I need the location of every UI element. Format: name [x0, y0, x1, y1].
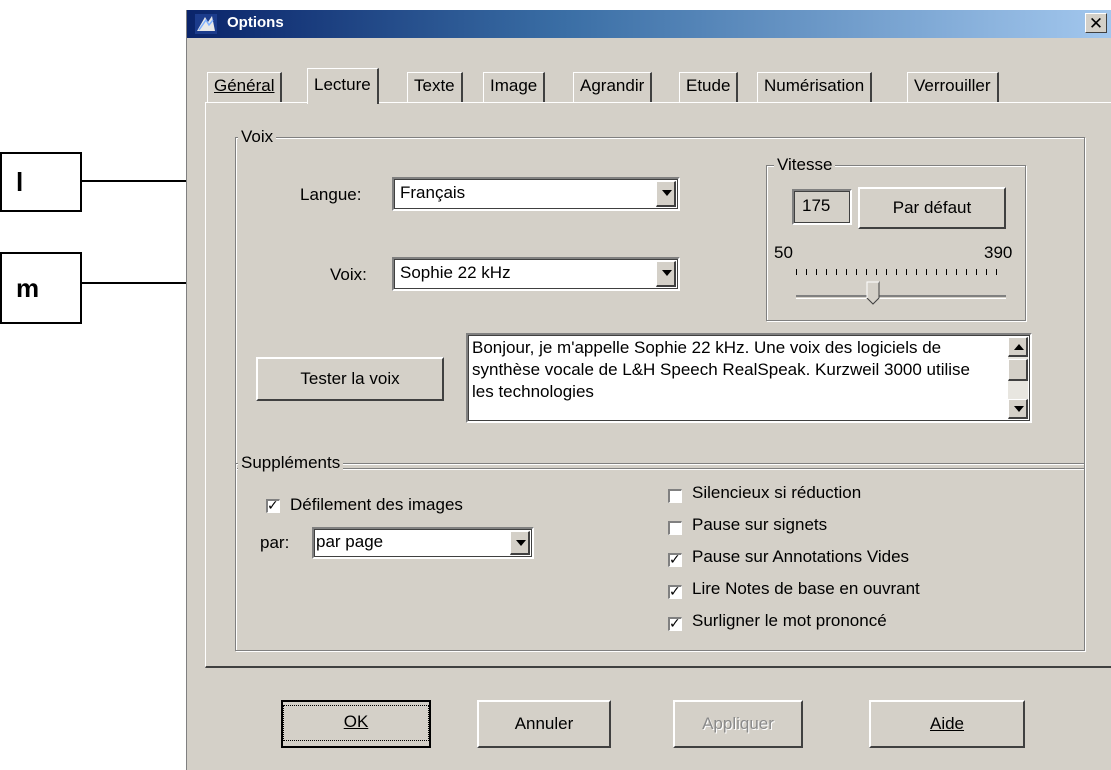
- vitesse-slider-track[interactable]: [796, 295, 1006, 299]
- chevron-down-icon: [1014, 406, 1024, 412]
- vitesse-max-label: 390: [984, 243, 1013, 262]
- tester-la-voix-label: Tester la voix: [300, 369, 400, 388]
- pause-annotations-label: Pause sur Annotations Vides: [692, 547, 910, 566]
- par-defaut-button[interactable]: Par défaut: [858, 187, 1006, 229]
- vitesse-value-field[interactable]: 175: [792, 189, 852, 225]
- ok-label: OK: [343, 712, 369, 731]
- cancel-label: Annuler: [514, 714, 574, 733]
- par-defaut-label: Par défaut: [892, 198, 972, 217]
- surligner-checkbox[interactable]: ✓: [668, 615, 682, 631]
- callout-m: m: [0, 252, 82, 324]
- par-dropdown-button[interactable]: [510, 531, 530, 555]
- vitesse-slider-ticks: [796, 269, 1006, 275]
- scroll-up-button[interactable]: [1008, 337, 1028, 357]
- supplements-group-legend: Suppléments: [238, 453, 344, 473]
- langue-select[interactable]: Français: [392, 177, 680, 211]
- options-dialog: Options ✕ Général Lecture Texte Image Ag…: [186, 10, 1111, 770]
- tab-general[interactable]: Général: [207, 72, 283, 102]
- tab-general-label: Général: [214, 76, 275, 95]
- defilement-label: Défilement des images: [290, 495, 463, 514]
- ok-button[interactable]: OK: [281, 700, 431, 748]
- vitesse-group-legend: Vitesse: [774, 155, 836, 175]
- window-title: Options: [227, 14, 284, 31]
- tab-etude-label: Etude: [686, 76, 731, 95]
- help-button[interactable]: Aide: [869, 700, 1025, 748]
- tab-agrandir-label: Agrandir: [580, 76, 645, 95]
- par-select[interactable]: par page: [312, 527, 534, 559]
- check-icon: ✓: [669, 583, 681, 599]
- check-icon: ✓: [669, 615, 681, 631]
- voix-select[interactable]: Sophie 22 kHz: [392, 257, 680, 291]
- tab-texte[interactable]: Texte: [407, 72, 463, 102]
- tab-agrandir[interactable]: Agrandir: [573, 72, 653, 102]
- tab-numerisation[interactable]: Numérisation: [757, 72, 873, 102]
- par-label: par:: [260, 533, 290, 552]
- tab-verrouiller-label: Verrouiller: [914, 76, 991, 95]
- vitesse-slider-thumb[interactable]: [866, 281, 880, 305]
- scrollbar-thumb[interactable]: [1008, 359, 1028, 381]
- voix-dropdown-button[interactable]: [656, 261, 676, 287]
- voix-label: Voix:: [330, 265, 367, 284]
- langue-dropdown-button[interactable]: [656, 181, 676, 207]
- callout-l: l: [0, 152, 82, 212]
- vitesse-value: 175: [802, 196, 831, 215]
- tab-image[interactable]: Image: [483, 72, 546, 102]
- tab-lecture-label: Lecture: [314, 75, 371, 94]
- tab-numerisation-label: Numérisation: [764, 76, 865, 95]
- close-icon[interactable]: ✕: [1085, 13, 1107, 33]
- lire-notes-checkbox[interactable]: ✓: [668, 583, 682, 599]
- sample-text-area[interactable]: Bonjour, je m'appelle Sophie 22 kHz. Une…: [466, 333, 1032, 423]
- scroll-down-button[interactable]: [1008, 399, 1028, 419]
- voix-group-legend: Voix: [238, 127, 277, 147]
- tester-la-voix-button[interactable]: Tester la voix: [256, 357, 444, 401]
- vitesse-min-label: 50: [774, 243, 793, 262]
- help-label: Aide: [929, 714, 965, 733]
- chevron-up-icon: [1014, 344, 1024, 350]
- tab-lecture[interactable]: Lecture: [307, 68, 379, 104]
- check-icon: ✓: [267, 497, 279, 513]
- defilement-checkbox[interactable]: ✓: [266, 497, 280, 513]
- chevron-down-icon: [662, 190, 672, 196]
- tab-texte-label: Texte: [414, 76, 455, 95]
- ok-focus-rect: OK: [283, 705, 429, 741]
- pause-signets-checkbox[interactable]: [668, 521, 682, 535]
- tab-panel-lecture: Voix Langue: Français Voix: Sophie 22 kH…: [205, 102, 1111, 668]
- kurzweil-app-icon: [195, 14, 217, 34]
- lire-notes-label: Lire Notes de base en ouvrant: [692, 579, 920, 598]
- callout-m-label: m: [16, 272, 40, 303]
- check-icon: ✓: [669, 551, 681, 567]
- chevron-down-icon: [516, 540, 526, 546]
- silencieux-checkbox[interactable]: [668, 489, 682, 503]
- chevron-down-icon: [662, 270, 672, 276]
- sample-text: Bonjour, je m'appelle Sophie 22 kHz. Une…: [472, 338, 971, 401]
- par-select-value: par page: [316, 532, 384, 551]
- pause-annotations-checkbox[interactable]: ✓: [668, 551, 682, 567]
- sample-scrollbar[interactable]: [1008, 337, 1028, 419]
- tab-image-label: Image: [490, 76, 538, 95]
- langue-select-value: Français: [400, 183, 466, 202]
- title-bar[interactable]: Options: [187, 10, 1111, 38]
- tab-etude[interactable]: Etude: [679, 72, 739, 102]
- langue-label: Langue:: [300, 185, 362, 204]
- apply-button[interactable]: Appliquer: [673, 700, 803, 748]
- silencieux-label: Silencieux si réduction: [692, 483, 862, 502]
- voix-select-value: Sophie 22 kHz: [400, 263, 511, 282]
- apply-label: Appliquer: [702, 714, 774, 733]
- tab-verrouiller[interactable]: Verrouiller: [907, 72, 999, 102]
- callout-l-label: l: [16, 166, 24, 197]
- surligner-label: Surligner le mot prononcé: [692, 611, 887, 630]
- pause-signets-label: Pause sur signets: [692, 515, 828, 534]
- cancel-button[interactable]: Annuler: [477, 700, 611, 748]
